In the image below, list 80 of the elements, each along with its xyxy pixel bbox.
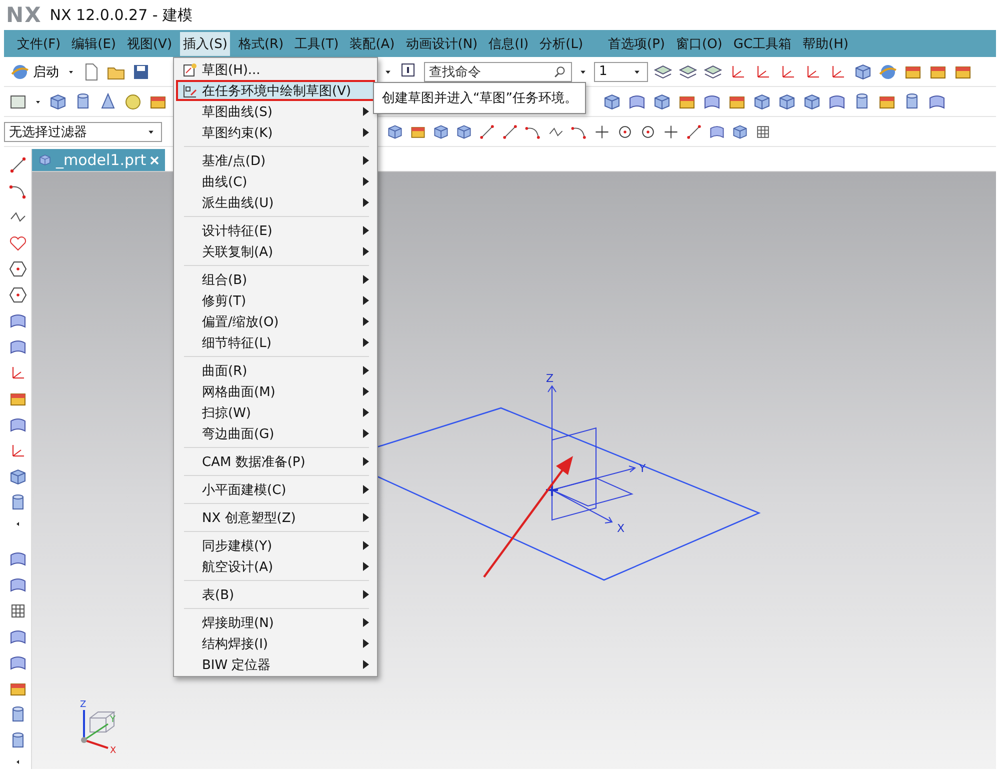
menu-entry[interactable]: 派生曲线(U) xyxy=(176,192,375,213)
cube-icon[interactable] xyxy=(455,122,473,140)
menu-item[interactable]: 信息(I) xyxy=(486,32,532,56)
axis-label: Z xyxy=(546,372,554,385)
menu-entry[interactable]: 在任务环境中绘制草图(V) xyxy=(176,80,375,101)
hexagon-icon[interactable] xyxy=(8,259,28,279)
search-field[interactable]: 查找命令 xyxy=(424,62,572,82)
search-icon[interactable] xyxy=(553,64,567,78)
cube-icon[interactable] xyxy=(853,62,873,82)
triad-axis-label: X xyxy=(110,746,116,756)
menu-entry[interactable]: 组合(B) xyxy=(176,269,375,290)
menu-item[interactable]: 插入(S) xyxy=(180,32,230,56)
menu-entry[interactable]: 小平面建模(C) xyxy=(176,479,375,500)
menu-entry[interactable]: 弯边曲面(G) xyxy=(176,423,375,444)
sphere-icon[interactable] xyxy=(123,92,143,112)
menu-entry[interactable]: 扫掠(W) xyxy=(176,402,375,423)
tab-label: _model1.prt xyxy=(56,151,146,169)
menu-entry[interactable]: 基准/点(D) xyxy=(176,150,375,171)
menu-entry[interactable]: 焊接助理(N) xyxy=(176,612,375,633)
menu-item[interactable]: 动画设计(N) xyxy=(402,32,481,56)
menu-entry[interactable]: 曲面(R) xyxy=(176,360,375,381)
layer-dropdown[interactable]: 1 xyxy=(594,62,648,82)
cube-icon[interactable] xyxy=(38,153,52,167)
plus-icon[interactable] xyxy=(662,122,680,140)
triad-axis-label: Y xyxy=(110,715,116,725)
axis-label: Y xyxy=(639,462,646,475)
menu-item[interactable]: 首选项(P) xyxy=(605,32,668,56)
menu-entry[interactable]: 草图约束(K) xyxy=(176,122,375,143)
cube-icon[interactable] xyxy=(48,92,68,112)
cube-icon[interactable] xyxy=(777,92,797,112)
menu-entry[interactable]: BIW 定位器 xyxy=(176,654,375,675)
plus-icon[interactable] xyxy=(593,122,611,140)
menu-item[interactable]: 格式(R) xyxy=(235,32,287,56)
line-icon[interactable] xyxy=(685,122,703,140)
line-icon[interactable] xyxy=(501,122,519,140)
close-icon[interactable] xyxy=(150,156,160,164)
menu-item[interactable]: 工具(T) xyxy=(292,32,342,56)
menu-entry[interactable]: 航空设计(A) xyxy=(176,556,375,577)
cube-icon[interactable] xyxy=(752,92,772,112)
menu-item[interactable]: GC工具箱 xyxy=(730,32,795,56)
cube-icon[interactable] xyxy=(731,122,749,140)
tooltip: 创建草图并进入“草图”任务环境。 xyxy=(373,82,586,114)
selection-filter-dropdown[interactable]: 无选择过滤器 xyxy=(4,122,162,142)
hexagon-icon[interactable] xyxy=(8,285,28,305)
line-icon[interactable] xyxy=(478,122,496,140)
menu-item[interactable]: 视图(V) xyxy=(124,32,176,56)
window-title: NX 12.0.0.27 - 建模 xyxy=(50,6,193,24)
line-icon[interactable] xyxy=(8,155,28,175)
axis-label: X xyxy=(617,522,625,535)
menu-item[interactable]: 分析(L) xyxy=(536,32,586,56)
cube-icon[interactable] xyxy=(602,92,622,112)
cube-icon[interactable] xyxy=(432,122,450,140)
menu-entry[interactable]: 结构焊接(I) xyxy=(176,633,375,654)
menu-entry[interactable]: 网格曲面(M) xyxy=(176,381,375,402)
cube-icon[interactable] xyxy=(8,467,28,487)
sketch-icon xyxy=(182,82,198,98)
start-button[interactable]: 启动 xyxy=(8,62,61,82)
menu-entry[interactable]: 修剪(T) xyxy=(176,290,375,311)
cube-icon[interactable] xyxy=(802,92,822,112)
menu-entry[interactable]: CAM 数据准备(P) xyxy=(176,451,375,472)
menu-entry[interactable]: 偏置/缩放(O) xyxy=(176,311,375,332)
menu-entry[interactable]: 曲线(C) xyxy=(176,171,375,192)
menu-entry[interactable]: NX 创意塑型(Z) xyxy=(176,507,375,528)
triad-axis-label: Z xyxy=(80,700,86,710)
menu-entry[interactable]: 表(B) xyxy=(176,584,375,605)
menu-entry[interactable]: 关联复制(A) xyxy=(176,241,375,262)
menu-item[interactable]: 窗口(O) xyxy=(673,32,726,56)
sketch-icon xyxy=(182,62,198,78)
menu-entry[interactable]: 设计特征(E) xyxy=(176,220,375,241)
cube-icon[interactable] xyxy=(386,122,404,140)
menu-entry[interactable]: 同步建模(Y) xyxy=(176,535,375,556)
menu-entry[interactable]: 细节特征(L) xyxy=(176,332,375,353)
cube-icon[interactable] xyxy=(652,92,672,112)
app-logo: NX xyxy=(6,3,42,27)
menu-entry[interactable]: 草图曲线(S) xyxy=(176,101,375,122)
menu-item[interactable]: 文件(F) xyxy=(14,32,64,56)
menu-entry[interactable]: 草图(H)... xyxy=(176,59,375,80)
menu-item[interactable]: 装配(A) xyxy=(346,32,398,56)
menu-item[interactable]: 帮助(H) xyxy=(800,32,852,56)
menu-item[interactable]: 编辑(E) xyxy=(68,32,119,56)
